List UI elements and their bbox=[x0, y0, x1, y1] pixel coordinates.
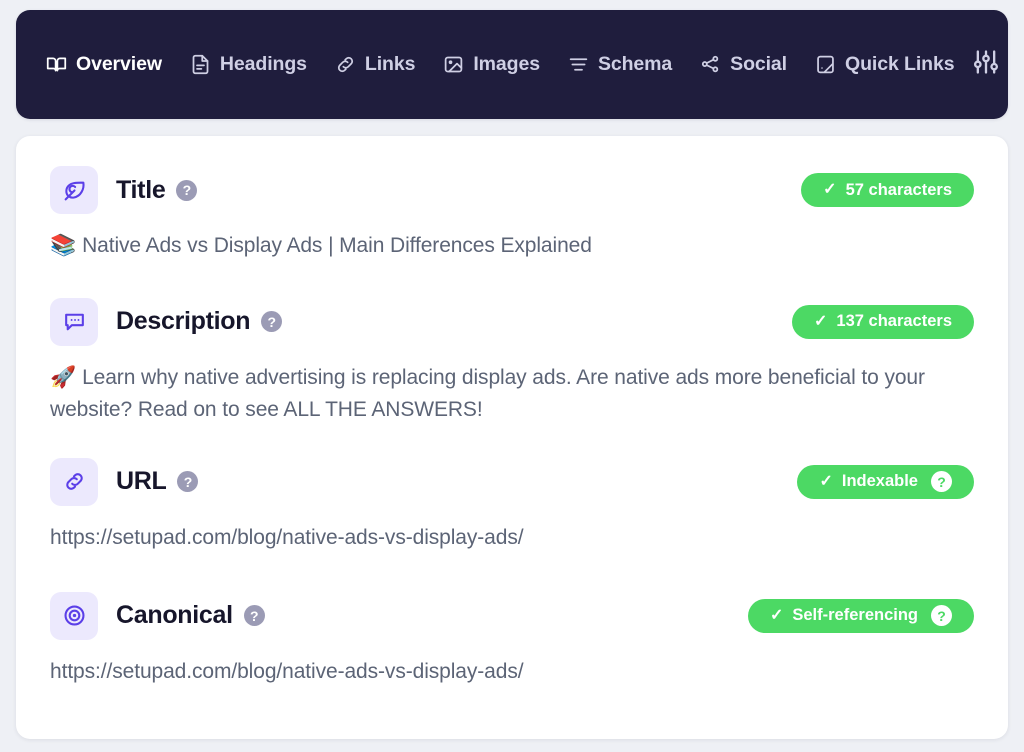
help-icon[interactable]: ? bbox=[244, 605, 265, 626]
rocket-emoji: 🚀 bbox=[50, 365, 76, 389]
nav-tab-overview[interactable]: Overview bbox=[46, 47, 174, 82]
check-icon: ✓ bbox=[823, 182, 836, 198]
main-navigation-bar: Overview Headings bbox=[16, 10, 1008, 119]
badge-help-icon[interactable]: ? bbox=[931, 471, 952, 492]
url-value: https://setupad.com/blog/native-ads-vs-d… bbox=[50, 522, 974, 554]
section-header: URL ? ✓ Indexable ? bbox=[50, 458, 974, 506]
nav-tab-images[interactable]: Images bbox=[443, 47, 552, 82]
check-icon: ✓ bbox=[770, 608, 783, 624]
status-badge-url[interactable]: ✓ Indexable ? bbox=[797, 465, 974, 499]
status-badge-title[interactable]: ✓ 57 characters bbox=[801, 173, 974, 207]
title-value-row: 📚 Native Ads vs Display Ads | Main Differ… bbox=[50, 230, 974, 262]
nav-tab-label: Overview bbox=[76, 53, 162, 76]
section-label: URL bbox=[116, 467, 166, 496]
nav-tab-schema[interactable]: Schema bbox=[568, 47, 684, 82]
section-header: Description ? ✓ 137 characters bbox=[50, 298, 974, 346]
check-icon: ✓ bbox=[819, 474, 832, 490]
nav-tab-label: Schema bbox=[598, 53, 672, 76]
nav-tab-list: Overview Headings bbox=[46, 47, 966, 82]
status-badge-label: Self-referencing bbox=[792, 606, 918, 625]
books-emoji: 📚 bbox=[50, 233, 76, 257]
nav-tab-headings[interactable]: Headings bbox=[190, 47, 319, 82]
settings-button[interactable] bbox=[972, 48, 1000, 82]
message-bubble-icon bbox=[50, 298, 98, 346]
nav-tab-quick-links[interactable]: Quick Links bbox=[815, 47, 966, 82]
nav-tab-label: Images bbox=[473, 53, 540, 76]
status-badge-canonical[interactable]: ✓ Self-referencing ? bbox=[748, 599, 974, 633]
status-badge-description[interactable]: ✓ 137 characters bbox=[792, 305, 974, 339]
help-icon[interactable]: ? bbox=[176, 180, 197, 201]
status-badge-label: Indexable bbox=[842, 472, 918, 491]
section-description: Description ? ✓ 137 characters 🚀Learn wh… bbox=[50, 298, 974, 426]
canonical-value: https://setupad.com/blog/native-ads-vs-d… bbox=[50, 656, 974, 688]
nav-tab-label: Headings bbox=[220, 53, 307, 76]
feather-leaf-icon bbox=[50, 166, 98, 214]
nav-tab-label: Social bbox=[730, 53, 787, 76]
description-value: Learn why native advertising is replacin… bbox=[50, 366, 925, 421]
link-chain-icon bbox=[50, 458, 98, 506]
section-url: URL ? ✓ Indexable ? https://setupad.com/… bbox=[50, 458, 974, 554]
help-icon[interactable]: ? bbox=[177, 471, 198, 492]
title-value: Native Ads vs Display Ads | Main Differe… bbox=[82, 234, 592, 257]
section-header: Title ? ✓ 57 characters bbox=[50, 166, 974, 214]
nav-tab-label: Links bbox=[365, 53, 415, 76]
section-label: Title bbox=[116, 176, 165, 205]
section-header: Canonical ? ✓ Self-referencing ? bbox=[50, 592, 974, 640]
check-icon: ✓ bbox=[814, 314, 827, 330]
share-nodes-icon bbox=[700, 54, 721, 75]
overview-card: Title ? ✓ 57 characters 📚 Native Ads vs D… bbox=[16, 136, 1008, 739]
nav-tab-social[interactable]: Social bbox=[700, 47, 799, 82]
book-open-icon bbox=[46, 54, 67, 75]
section-title: Title ? ✓ 57 characters 📚 Native Ads vs D… bbox=[50, 166, 974, 262]
nav-tab-label: Quick Links bbox=[845, 53, 954, 76]
badge-help-icon[interactable]: ? bbox=[931, 605, 952, 626]
image-icon bbox=[443, 54, 464, 75]
nav-tab-links[interactable]: Links bbox=[335, 47, 427, 82]
section-label: Canonical bbox=[116, 601, 233, 630]
external-page-icon bbox=[815, 54, 836, 75]
app-root: Overview Headings bbox=[0, 0, 1024, 752]
list-lines-icon bbox=[568, 54, 589, 75]
help-icon[interactable]: ? bbox=[261, 311, 282, 332]
sliders-icon bbox=[972, 48, 1000, 81]
section-canonical: Canonical ? ✓ Self-referencing ? https:/… bbox=[50, 592, 974, 688]
section-label: Description bbox=[116, 307, 250, 336]
target-bullseye-icon bbox=[50, 592, 98, 640]
status-badge-label: 137 characters bbox=[836, 312, 952, 331]
link-icon bbox=[335, 54, 356, 75]
description-value-row: 🚀Learn why native advertising is replaci… bbox=[50, 362, 974, 426]
status-badge-label: 57 characters bbox=[846, 181, 952, 200]
document-icon bbox=[190, 54, 211, 75]
